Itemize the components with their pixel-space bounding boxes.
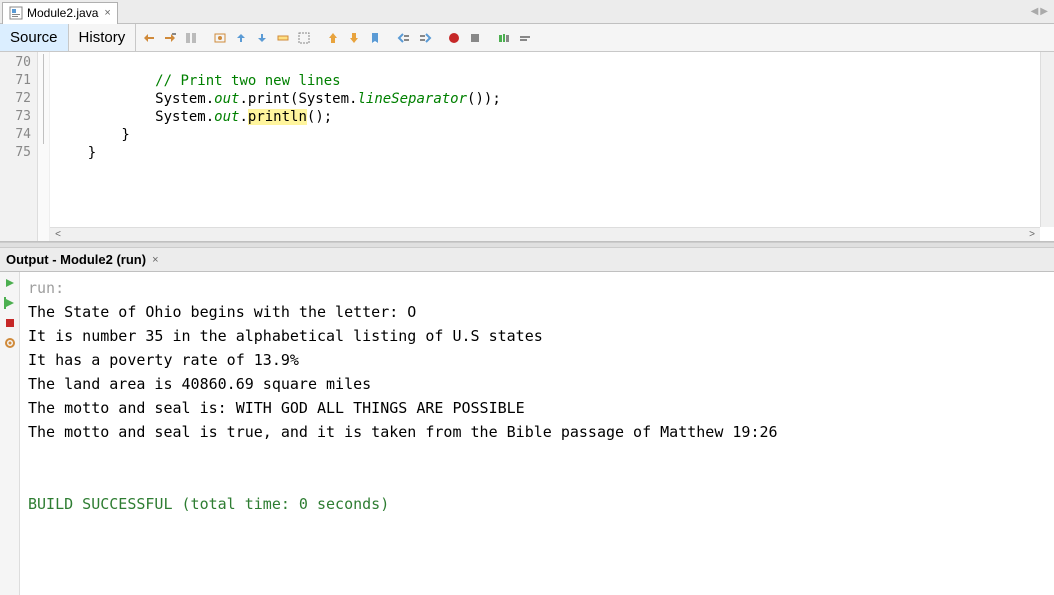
file-tab-module2[interactable]: Module2.java × — [2, 2, 118, 24]
line-number: 73 — [0, 108, 31, 126]
fold-strip — [38, 52, 50, 241]
close-tab-icon[interactable]: × — [104, 7, 110, 19]
output-line: The land area is 40860.69 square miles — [28, 375, 371, 393]
macro-record-icon[interactable] — [445, 29, 463, 47]
rerun-alt-icon[interactable] — [3, 296, 17, 310]
output-action-gutter — [0, 272, 20, 595]
editor-vertical-scrollbar[interactable] — [1040, 52, 1054, 227]
rerun-icon[interactable] — [3, 276, 17, 290]
output-panel-header: Output - Module2 (run) × — [0, 248, 1054, 272]
line-number: 75 — [0, 144, 31, 162]
output-line: It is number 35 in the alphabetical list… — [28, 327, 543, 345]
prev-bookmark-icon[interactable] — [324, 29, 342, 47]
stop-output-icon[interactable] — [3, 316, 17, 330]
nav-right-icon[interactable]: ▶ — [1040, 6, 1048, 17]
scroll-left-icon[interactable]: < — [50, 229, 66, 240]
file-tab-label: Module2.java — [27, 6, 98, 20]
line-number: 72 — [0, 90, 31, 108]
diff-icon[interactable] — [182, 29, 200, 47]
java-file-icon — [9, 6, 23, 20]
editor-horizontal-scrollbar[interactable]: < > — [50, 227, 1040, 241]
tab-nav-arrows: ◀ ▶ — [1031, 6, 1048, 17]
find-prev-icon[interactable] — [232, 29, 250, 47]
code-content[interactable]: // Print two new lines System.out.print(… — [50, 52, 1054, 241]
last-edit-icon[interactable] — [140, 29, 158, 47]
output-build-status: BUILD SUCCESSFUL (total time: 0 seconds) — [28, 495, 389, 513]
output-line: It has a poverty rate of 13.9% — [28, 351, 299, 369]
code-editor[interactable]: 70 71 72 73 74 75 // Print two new lines… — [0, 52, 1054, 242]
output-line: The motto and seal is: WITH GOD ALL THIN… — [28, 399, 525, 417]
macro-stop-icon[interactable] — [466, 29, 484, 47]
find-selection-icon[interactable] — [211, 29, 229, 47]
output-text[interactable]: run: The State of Ohio begins with the l… — [20, 272, 786, 595]
line-number: 74 — [0, 126, 31, 144]
forward-edit-icon[interactable] — [161, 29, 179, 47]
nav-left-icon[interactable]: ◀ — [1031, 6, 1039, 17]
view-tab-source[interactable]: Source — [0, 24, 69, 51]
toolbar-icon-group — [136, 24, 534, 51]
shift-left-icon[interactable] — [395, 29, 413, 47]
output-line: The State of Ohio begins with the letter… — [28, 303, 416, 321]
toggle-rect-select-icon[interactable] — [295, 29, 313, 47]
editor-toolbar: Source History — [0, 24, 1054, 52]
line-number: 70 — [0, 54, 31, 72]
find-next-icon[interactable] — [253, 29, 271, 47]
output-run-label: run: — [28, 279, 64, 297]
next-bookmark-icon[interactable] — [345, 29, 363, 47]
editor-tab-bar: Module2.java × ◀ ▶ — [0, 0, 1054, 24]
line-number: 71 — [0, 72, 31, 90]
comment-icon[interactable] — [495, 29, 513, 47]
line-number-gutter: 70 71 72 73 74 75 — [0, 52, 38, 241]
scroll-right-icon[interactable]: > — [1024, 229, 1040, 240]
settings-output-icon[interactable] — [3, 336, 17, 350]
toggle-bookmark-icon[interactable] — [366, 29, 384, 47]
output-panel: run: The State of Ohio begins with the l… — [0, 272, 1054, 595]
output-title: Output - Module2 (run) — [6, 252, 146, 267]
uncomment-icon[interactable] — [516, 29, 534, 47]
view-tab-history[interactable]: History — [69, 24, 137, 51]
shift-right-icon[interactable] — [416, 29, 434, 47]
close-output-icon[interactable]: × — [152, 254, 158, 266]
output-line: The motto and seal is true, and it is ta… — [28, 423, 778, 441]
toggle-highlight-icon[interactable] — [274, 29, 292, 47]
